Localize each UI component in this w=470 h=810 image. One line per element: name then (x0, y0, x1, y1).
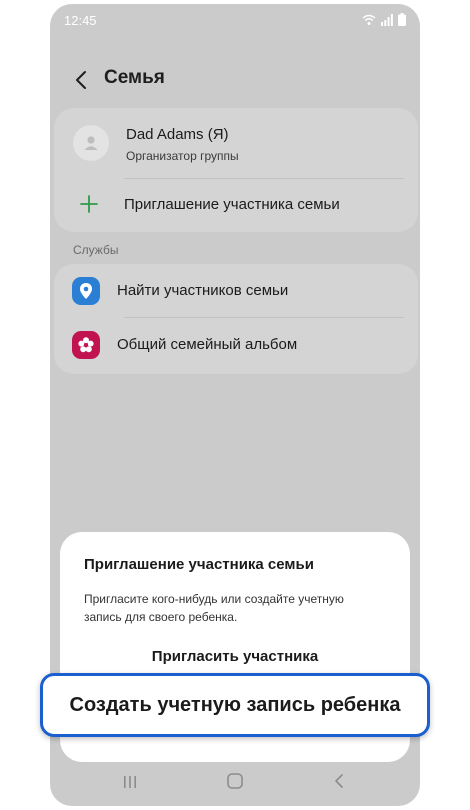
create-child-account-label: Создать учетную запись ребенка (69, 693, 401, 716)
sheet-title: Приглашение участника семьи (84, 556, 314, 573)
battery-icon (398, 13, 406, 26)
sheet-description: Пригласите кого-нибудь или создайте учет… (84, 592, 344, 624)
person-icon (84, 136, 98, 150)
app-header: Семья (50, 60, 420, 100)
home-icon[interactable] (226, 772, 244, 790)
invite-member-row[interactable]: Приглашение участника семьи (54, 186, 418, 226)
plus-icon (80, 195, 98, 213)
chevron-left-icon (76, 71, 86, 89)
navigation-bar (50, 760, 420, 806)
invite-member-button[interactable]: Пригласить участника (60, 648, 410, 665)
service-family-album[interactable]: Общий семейный альбом (54, 320, 418, 370)
find-location-icon (72, 277, 100, 305)
service-label: Найти участников семьи (117, 282, 289, 299)
divider (124, 317, 404, 318)
member-role: Организатор группы (126, 149, 239, 163)
flower-icon (72, 331, 100, 359)
avatar (73, 125, 109, 161)
signal-icon (381, 13, 393, 26)
services-section-label: Службы (73, 243, 119, 257)
member-name: Dad Adams (Я) (126, 126, 229, 143)
create-child-account-button[interactable]: Создать учетную запись ребенка (40, 673, 430, 737)
status-time: 12:45 (64, 13, 97, 28)
page-title: Семья (104, 67, 165, 88)
services-card: Найти участников семьи Общий семейный ал… (54, 264, 418, 374)
divider (124, 178, 404, 179)
family-card: Dad Adams (Я) Организатор группы Приглаш… (54, 108, 418, 232)
back-button[interactable] (70, 68, 94, 92)
nav-back-icon[interactable] (333, 773, 345, 789)
member-row[interactable]: Dad Adams (Я) Организатор группы (54, 108, 418, 178)
status-icons (362, 13, 406, 26)
service-find-family[interactable]: Найти участников семьи (54, 266, 418, 316)
wifi-icon (362, 14, 376, 25)
service-label: Общий семейный альбом (117, 336, 298, 353)
invite-member-label: Приглашение участника семьи (124, 196, 340, 213)
recent-apps-icon[interactable] (123, 774, 137, 790)
status-bar: 12:45 (50, 4, 420, 40)
